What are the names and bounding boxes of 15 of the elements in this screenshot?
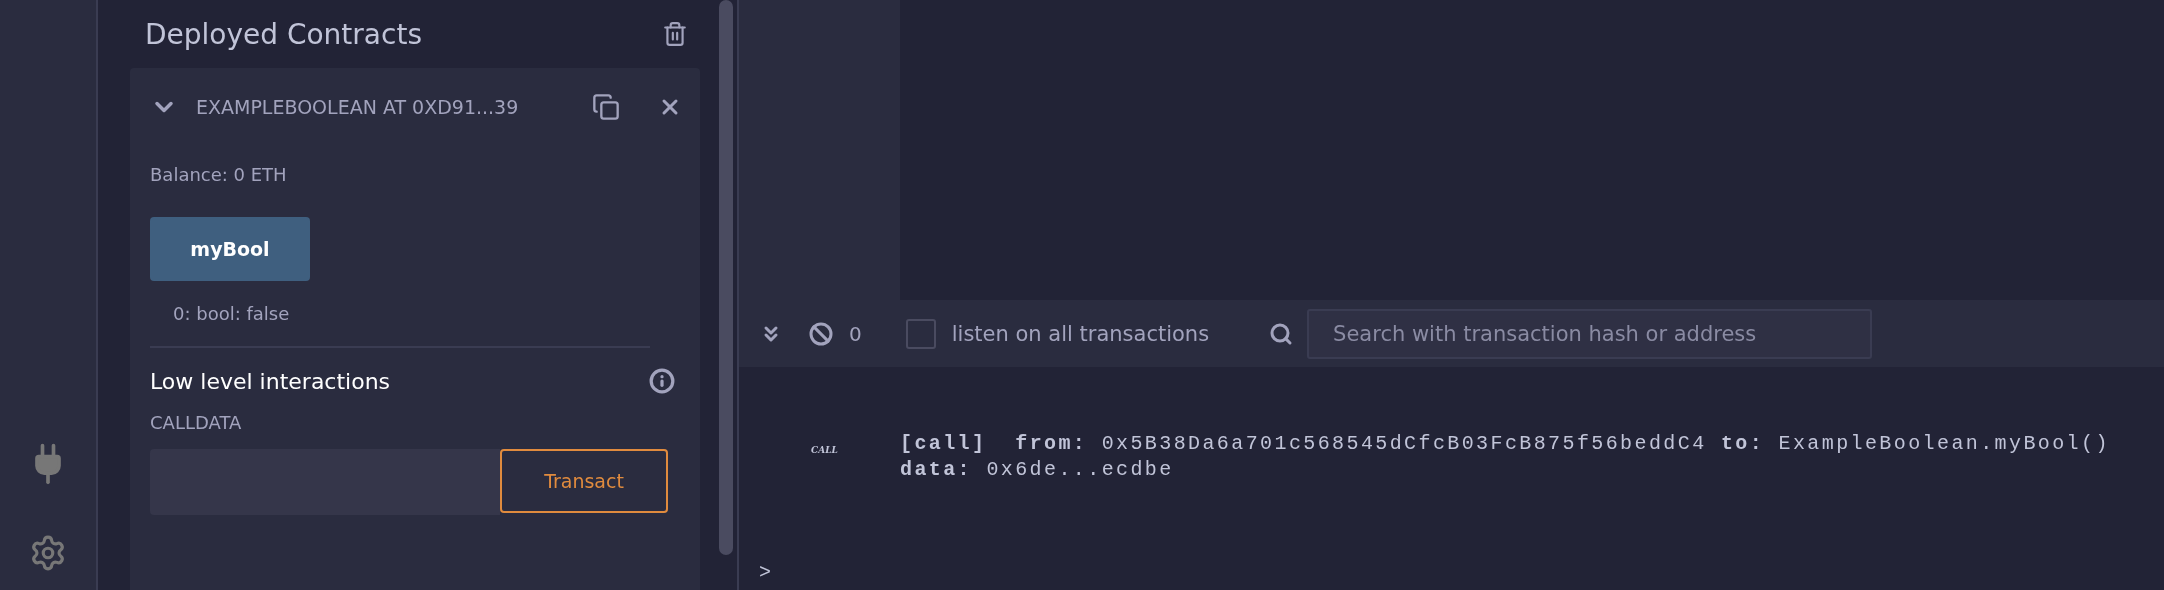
contract-title: EXAMPLEBOOLEAN AT 0XD91...39 [196,96,520,118]
console-prompt: > [759,561,771,584]
section-title: Low level interactions [150,368,391,394]
function-button[interactable]: myBool [150,217,310,281]
search-field[interactable]: Search with transaction hash or address [1307,308,1873,359]
panel-title: Deployed Contracts [145,17,422,51]
log-type: CALL [810,445,839,455]
log-line: data: 0x6de...ecdbe [900,457,1175,483]
function-output: 0: bool: false [173,303,291,324]
log-line: [call] from: 0x5B38Da6a701c568545dCfcB03FcB875f56beddC4 to: ExampleBoolean.myBool() [900,431,2110,457]
balance-text: Balance: 0 ETH [150,164,288,185]
pending-count: 0 [849,321,862,346]
transact-button[interactable]: Transact [500,449,668,513]
listen-label: listen on all transactions [951,321,1210,346]
calldata-label: CALLDATA [150,412,243,433]
